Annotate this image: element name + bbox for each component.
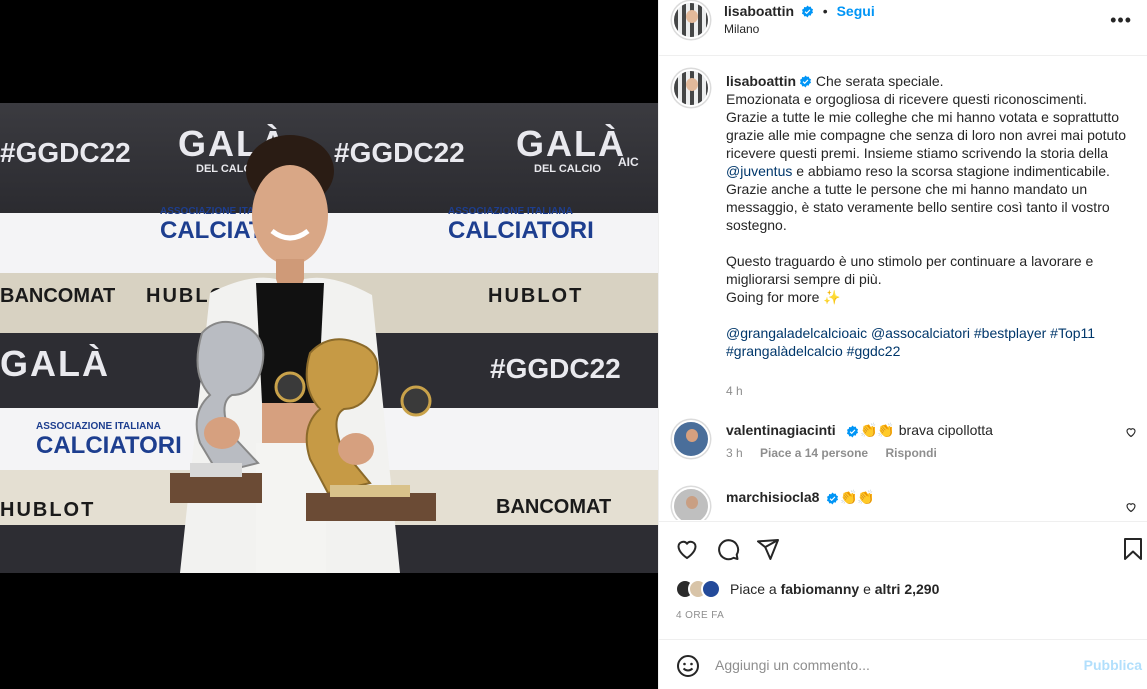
liker-avatar[interactable]	[701, 579, 721, 599]
verified-badge-icon	[826, 492, 839, 505]
caption-line: e abbiamo reso la scorsa stagione indime…	[792, 163, 1110, 179]
commenter-username[interactable]: valentinagiacinti	[726, 422, 836, 438]
backdrop-hublot: HUBLOT	[488, 285, 584, 307]
comment-item: marchisiocla8 👏👏	[672, 481, 1145, 520]
comment-text: 👏👏 brava cipollotta	[860, 422, 993, 438]
tag-link[interactable]: @grangaladelcalcioaic	[726, 325, 867, 341]
comment-input[interactable]	[715, 654, 1075, 676]
backdrop-del-calcio: DEL CALCIO	[534, 163, 602, 175]
caption-avatar[interactable]	[672, 69, 710, 107]
backdrop-hublot: HUBLOT	[0, 499, 96, 521]
comment-icon[interactable]	[716, 537, 740, 561]
tag-link[interactable]: #grangalàdelcalcio	[726, 343, 843, 359]
comment-like-heart-icon[interactable]	[1125, 426, 1137, 438]
post-location[interactable]: Milano	[724, 22, 759, 36]
separator-dot: •	[822, 3, 828, 19]
backdrop-bancomat: BANCOMAT	[496, 496, 612, 518]
post-date[interactable]: 4 ORE FA	[676, 610, 724, 621]
tag-link[interactable]: @assocalciatori	[871, 325, 970, 341]
mention-link[interactable]: @juventus	[726, 163, 792, 179]
backdrop-assoc: ASSOCIAZIONE ITALIANA	[36, 421, 161, 432]
likes-prefix: Piace a	[730, 581, 777, 597]
player-with-trophies	[170, 135, 436, 573]
caption-line: Grazie a tutte le mie colleghe che mi ha…	[726, 109, 1130, 161]
comment-item: valentinagiacinti 👏👏 brava cipollotta 3 …	[672, 414, 1145, 474]
caption-tags: @grangaladelcalcioaic @assocalciatori #b…	[726, 324, 1131, 360]
more-options-icon[interactable]: •••	[1110, 10, 1132, 31]
likes-middle: e	[863, 581, 871, 597]
backdrop-aic: AIC	[618, 155, 639, 169]
comment-like-heart-icon[interactable]	[1125, 501, 1137, 513]
post-comment-button[interactable]: Pubblica	[1084, 657, 1142, 673]
reply-button[interactable]: Rispondi	[885, 446, 936, 460]
verified-badge-icon	[801, 5, 813, 18]
caption-username[interactable]: lisaboattin	[726, 73, 796, 89]
verified-badge-icon	[799, 75, 812, 88]
caption-line: Emozionata e orgogliosa di ricevere ques…	[726, 91, 1088, 107]
backdrop-gala: GALÀ	[0, 343, 110, 384]
caption-line: Che serata speciale.	[815, 73, 944, 89]
backdrop-calciatori: CALCIATORI	[448, 217, 594, 244]
likes-summary: Piace a fabiomanny e altri 2,290	[675, 578, 939, 600]
caption-time[interactable]: 4 h	[726, 384, 743, 398]
comment-likes[interactable]: Piace a 14 persone	[760, 446, 868, 460]
add-comment-bar: Pubblica	[659, 639, 1147, 689]
heart-icon[interactable]	[675, 537, 699, 561]
comments-scroll[interactable]: lisaboattin Che serata speciale. Emozion…	[659, 56, 1147, 520]
comment-time[interactable]: 3 h	[726, 446, 743, 460]
verified-badge-icon	[846, 425, 859, 438]
author-username[interactable]: lisaboattin	[724, 3, 794, 19]
instagram-post-viewer: #GGDC22 GALÀ DEL CALCIO #GGDC22 GALÀ DEL…	[0, 0, 1147, 689]
likes-others-link[interactable]: altri 2,290	[875, 581, 940, 597]
comment-text: 👏👏	[840, 489, 875, 505]
likes-user-link[interactable]: fabiomanny	[781, 581, 860, 597]
backdrop-bancomat: BANCOMAT	[0, 285, 116, 307]
tag-link[interactable]: #bestplayer	[974, 325, 1046, 341]
post-header: lisaboattin • Segui Milano •••	[659, 0, 1147, 56]
commenter-avatar[interactable]	[672, 420, 710, 458]
smiley-icon[interactable]	[676, 654, 700, 678]
backdrop-assoc: ASSOCIAZIONE ITALIANA	[448, 206, 573, 217]
commenter-avatar[interactable]	[672, 487, 710, 520]
caption-line: Grazie anche a tutte le persone che mi h…	[726, 181, 1114, 233]
paper-plane-icon[interactable]	[756, 537, 780, 561]
commenter-username[interactable]: marchisiocla8	[726, 489, 819, 505]
backdrop-hashtag: #GGDC22	[0, 137, 131, 168]
backdrop-hashtag: #GGDC22	[490, 353, 621, 384]
caption-line: Going for more ✨	[726, 289, 841, 305]
post-sidebar: lisaboattin • Segui Milano ••• lisaboatt…	[658, 0, 1147, 689]
tag-link[interactable]: #Top11	[1050, 325, 1095, 341]
post-actions: Piace a fabiomanny e altri 2,290 4 ORE F…	[659, 521, 1147, 639]
follow-button[interactable]: Segui	[837, 3, 875, 19]
backdrop-gala: GALÀ	[516, 123, 626, 164]
bookmark-icon[interactable]	[1122, 537, 1144, 561]
post-caption: lisaboattin Che serata speciale. Emozion…	[726, 72, 1131, 360]
author-avatar[interactable]	[672, 1, 710, 39]
tag-link[interactable]: #ggdc22	[847, 343, 901, 359]
caption-line: Questo traguardo è uno stimolo per conti…	[726, 253, 1098, 287]
media-pane: #GGDC22 GALÀ DEL CALCIO #GGDC22 GALÀ DEL…	[0, 0, 658, 689]
post-photo[interactable]: #GGDC22 GALÀ DEL CALCIO #GGDC22 GALÀ DEL…	[0, 103, 658, 573]
